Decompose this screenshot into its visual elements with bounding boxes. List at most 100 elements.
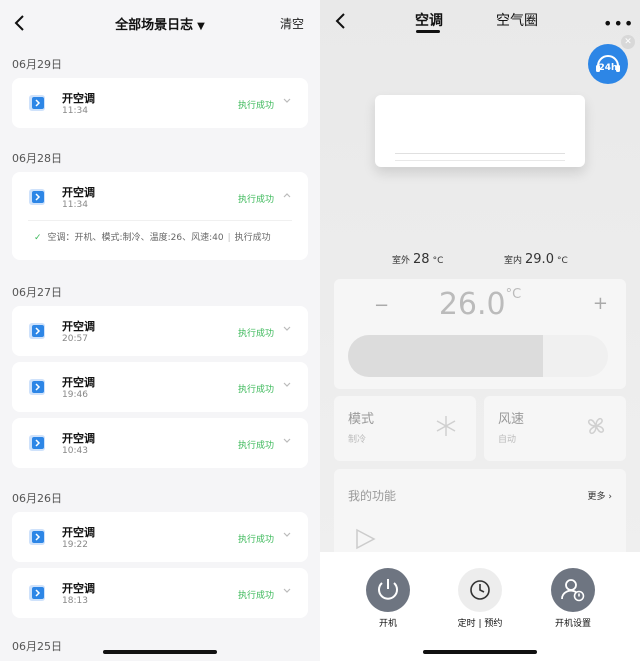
chevron-up-icon[interactable] [282, 190, 292, 200]
temp-increase-button[interactable]: + [593, 293, 608, 314]
detail-text: 空调：开机、模式:制冷、温度:26、风速:40 [47, 233, 224, 243]
functions-more-label: 更多 [587, 492, 606, 502]
log-entry[interactable]: 开空调 10:43 执行成功 [12, 418, 308, 468]
functions-title: 我的功能 [348, 489, 397, 503]
power-on-settings-button[interactable] [551, 568, 595, 612]
date-header: 06月25日 [12, 640, 62, 653]
home-indicator [103, 650, 217, 654]
chevron-down-icon[interactable] [282, 96, 292, 106]
log-title-text: 全部场景日志 [115, 18, 194, 33]
chevron-down-icon[interactable] [282, 586, 292, 596]
log-entry[interactable]: 开空调 18:13 执行成功 [12, 568, 308, 618]
entry-time: 18:13 [62, 596, 88, 606]
outdoor-label: 室外 [392, 256, 411, 266]
temp-value: 26.0 [438, 287, 506, 322]
log-title[interactable]: 全部场景日志 ▼ [0, 14, 320, 33]
log-entry[interactable]: 开空调 19:46 执行成功 [12, 362, 308, 412]
fan-value: 自动 [498, 435, 517, 445]
clear-button[interactable]: 清空 [280, 15, 304, 32]
entry-status: 执行成功 [237, 385, 274, 395]
scene-icon [29, 189, 45, 205]
temperature-panel: − 26.0°C + [334, 279, 626, 389]
scene-icon [29, 95, 45, 111]
tab-ac[interactable]: 空调 [415, 10, 443, 30]
entry-time: 10:43 [62, 446, 88, 456]
mode-value: 制冷 [348, 435, 367, 445]
entry-time: 19:46 [62, 390, 88, 400]
log-entry-expanded[interactable]: 开空调 11:34 执行成功 ✓ 空调：开机、模式:制冷、温度:26、风速:40 |… [12, 172, 308, 260]
temp-setpoint: 26.0°C [334, 287, 626, 322]
fan-icon [587, 417, 605, 435]
log-entry[interactable]: 开空调 20:57 执行成功 [12, 306, 308, 356]
log-entry[interactable]: 开空调 11:34 执行成功 [12, 78, 308, 128]
scene-icon [29, 585, 45, 601]
power-icon [378, 579, 398, 600]
scene-icon [29, 379, 45, 395]
date-header: 06月29日 [12, 58, 62, 71]
functions-more-link[interactable]: 更多 › [588, 489, 613, 502]
entry-time: 11:34 [62, 200, 88, 210]
home-indicator [423, 650, 537, 654]
indoor-unit: °C [556, 256, 568, 266]
detail-result: 执行成功 [234, 233, 271, 243]
user-settings-icon [561, 579, 585, 602]
headset-icon: 24h [596, 55, 620, 73]
divider [28, 220, 292, 221]
snowflake-icon [436, 416, 456, 436]
more-options-icon[interactable]: ••• [603, 14, 634, 33]
indoor-value: 29.0 [525, 252, 554, 267]
scene-log-pane: 全部场景日志 ▼ 清空 06月29日 开空调 11:34 执行成功 06月28日 … [0, 0, 320, 661]
entry-name: 开空调 [62, 186, 95, 199]
date-header: 06月26日 [12, 492, 62, 505]
indoor-label: 室内 [504, 256, 523, 266]
entry-name: 开空调 [62, 582, 95, 595]
power-on-settings-label: 开机设置 [554, 619, 591, 629]
check-icon: ✓ [34, 233, 42, 243]
outdoor-temp: 室外 28 °C [392, 252, 443, 267]
scene-icon [29, 435, 45, 451]
clock-icon [470, 580, 490, 600]
caret-down-icon: ▼ [197, 21, 205, 32]
temp-slider-fill [348, 335, 543, 377]
entry-name: 开空调 [62, 376, 95, 389]
outdoor-value: 28 [413, 252, 430, 267]
date-header: 06月28日 [12, 152, 62, 165]
scene-icon [29, 529, 45, 545]
date-header: 06月27日 [12, 286, 62, 299]
chevron-down-icon[interactable] [282, 324, 292, 334]
function-item-icon[interactable] [354, 527, 380, 551]
entry-name: 开空调 [62, 432, 95, 445]
fan-speed-tile[interactable]: 风速 自动 [484, 396, 626, 461]
support-24h-icon[interactable]: 24h [588, 44, 628, 84]
entry-status: 执行成功 [237, 101, 274, 111]
detail-separator: | [227, 233, 231, 243]
entry-time: 19:22 [62, 540, 88, 550]
chevron-down-icon[interactable] [282, 436, 292, 446]
ac-vent [395, 153, 565, 161]
entry-status: 执行成功 [237, 329, 274, 339]
power-button-label: 开机 [378, 619, 397, 629]
back-arrow-icon[interactable] [334, 11, 348, 31]
bottom-action-bar: 开机 定时 | 预约 开机设置 [320, 552, 640, 661]
support-badge-text: 24h [599, 63, 618, 73]
chevron-down-icon[interactable] [282, 380, 292, 390]
entry-status: 执行成功 [237, 441, 274, 451]
outdoor-unit: °C [432, 256, 444, 266]
mode-tile[interactable]: 模式 制冷 [334, 396, 476, 461]
scene-icon [29, 323, 45, 339]
entry-detail: ✓ 空调：开机、模式:制冷、温度:26、风速:40 | 执行成功 [34, 230, 271, 243]
tab-air-circle[interactable]: 空气圈 [496, 10, 538, 30]
chevron-down-icon[interactable] [282, 530, 292, 540]
power-button[interactable] [366, 568, 410, 612]
log-header: 全部场景日志 ▼ 清空 [0, 0, 320, 46]
ac-unit-illustration [375, 95, 585, 167]
timer-button[interactable] [458, 568, 502, 612]
ac-control-pane: 空调 空气圈 ••• ✕ 24h 室外 28 °C 室内 29.0 °C − 26.0°… [320, 0, 640, 661]
timer-button-label: 定时 | 预约 [457, 619, 503, 629]
entry-status: 执行成功 [237, 591, 274, 601]
log-entry[interactable]: 开空调 19:22 执行成功 [12, 512, 308, 562]
entry-name: 开空调 [62, 92, 95, 105]
temp-slider[interactable] [348, 335, 608, 377]
entry-name: 开空调 [62, 320, 95, 333]
entry-time: 20:57 [62, 334, 88, 344]
